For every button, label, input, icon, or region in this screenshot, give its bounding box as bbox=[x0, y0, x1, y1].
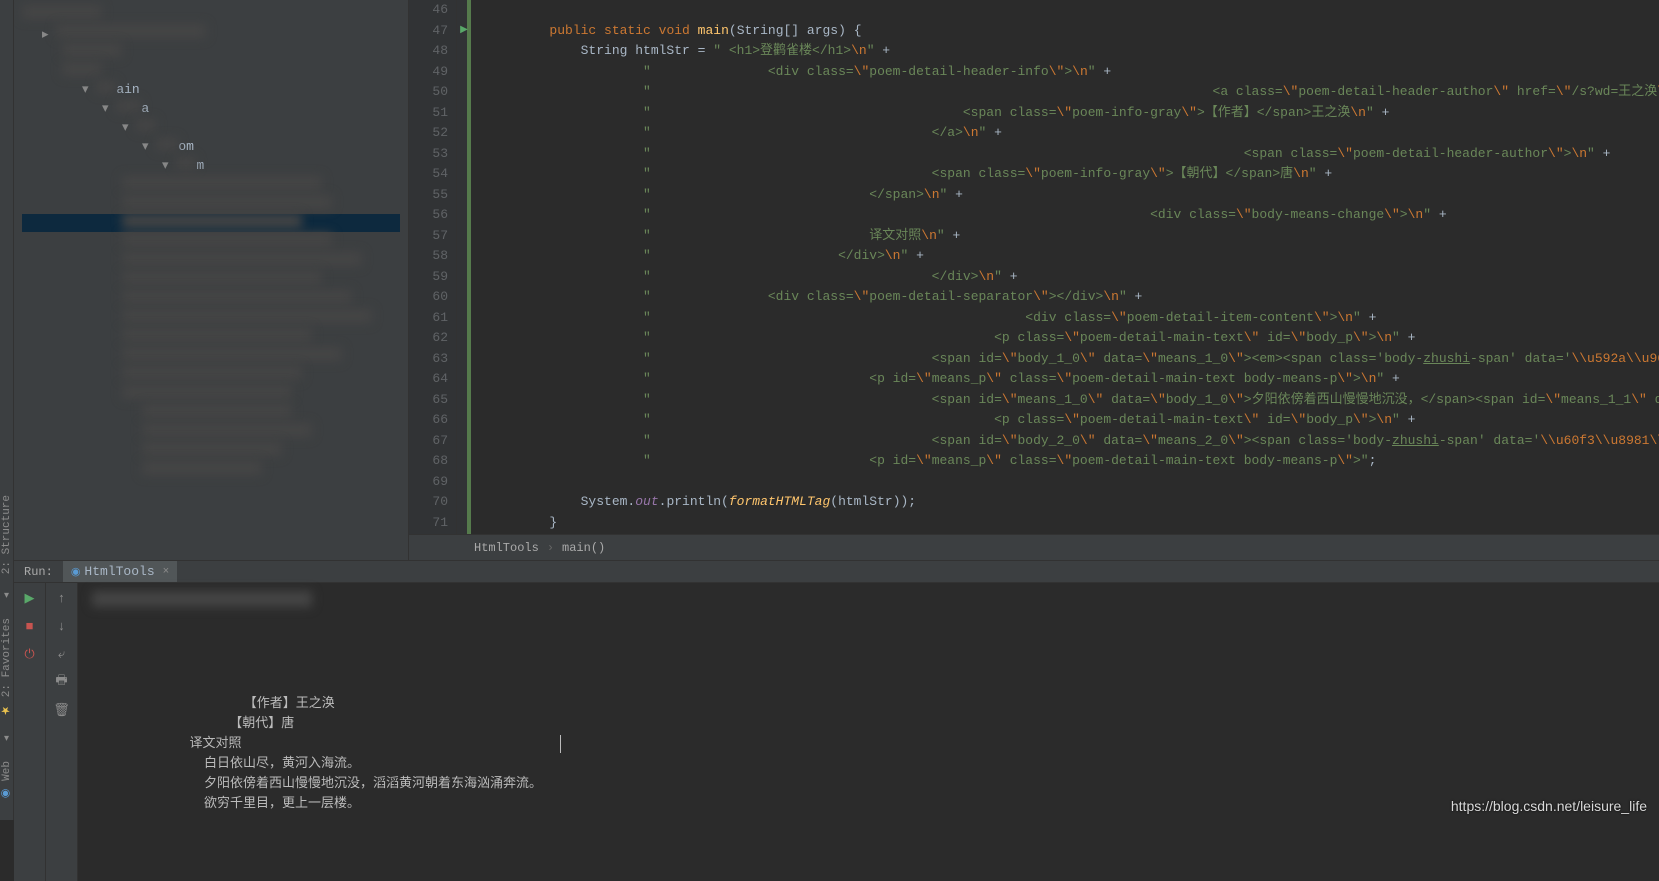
run-config-tab[interactable]: ◉ HtmlTools × bbox=[63, 561, 177, 582]
scroll-up-button[interactable]: ↑ bbox=[53, 589, 71, 607]
line-gutter[interactable]: 4647484950515253545556575859606162636465… bbox=[409, 0, 457, 534]
java-file-icon: ◉ bbox=[71, 565, 81, 579]
code-editor[interactable]: public static void main(String[] args) {… bbox=[471, 0, 1659, 534]
left-tool-strip: 2: Structure ▾ ★ 2: Favorites ▾ ◉ Web bbox=[0, 0, 14, 820]
tree-file[interactable]: m bbox=[196, 158, 204, 173]
clear-button[interactable]: 🗑 bbox=[53, 701, 71, 719]
exit-button[interactable]: ⏻ bbox=[21, 645, 39, 663]
run-toolbar-secondary: ↑ ↓ ⤶ 🖶 🗑 bbox=[46, 583, 78, 881]
favorites-tool-btn[interactable]: ★ 2: Favorites bbox=[0, 618, 13, 717]
breadcrumb[interactable]: HtmlTools › main() bbox=[409, 534, 1659, 560]
rerun-button[interactable]: ▶ bbox=[21, 589, 39, 607]
breadcrumb-class[interactable]: HtmlTools bbox=[474, 541, 539, 555]
run-toolbar-primary: ▶ ■ ⏻ bbox=[14, 583, 46, 881]
console-caret bbox=[560, 735, 561, 753]
close-icon[interactable]: × bbox=[163, 566, 170, 578]
run-tool-window: Run: ◉ HtmlTools × ▶ ■ ⏻ ↑ ↓ ⤶ 🖶 bbox=[14, 560, 1659, 820]
stop-button[interactable]: ■ bbox=[21, 617, 39, 635]
tree-file[interactable]: om bbox=[178, 139, 194, 154]
breadcrumb-method[interactable]: main() bbox=[562, 541, 605, 555]
scroll-down-button[interactable]: ↓ bbox=[53, 617, 71, 635]
soft-wrap-button[interactable]: ⤶ bbox=[53, 645, 71, 663]
run-label: Run: bbox=[14, 565, 63, 579]
watermark-text: https://blog.csdn.net/leisure_life bbox=[1451, 798, 1647, 814]
project-tree[interactable]: ▸ ▾ ain ▾ a ▾ ▾ om ▾ m bbox=[14, 0, 409, 560]
run-gutter-icon[interactable]: ▶ bbox=[457, 24, 471, 36]
console-output[interactable]: 【作者】王之涣 【朝代】唐 译文对照 白日依山尽，黄河入海流。 夕阳依傍着西山慢… bbox=[78, 583, 1659, 881]
web-tool-btn[interactable]: ◉ Web bbox=[0, 761, 13, 800]
tree-root[interactable]: ain bbox=[116, 82, 139, 97]
tree-sub[interactable]: a bbox=[141, 101, 149, 116]
print-button[interactable]: 🖶 bbox=[53, 673, 71, 691]
structure-tool-btn[interactable]: 2: Structure bbox=[1, 495, 13, 574]
marker-strip: 💡 ▶ bbox=[457, 0, 471, 534]
